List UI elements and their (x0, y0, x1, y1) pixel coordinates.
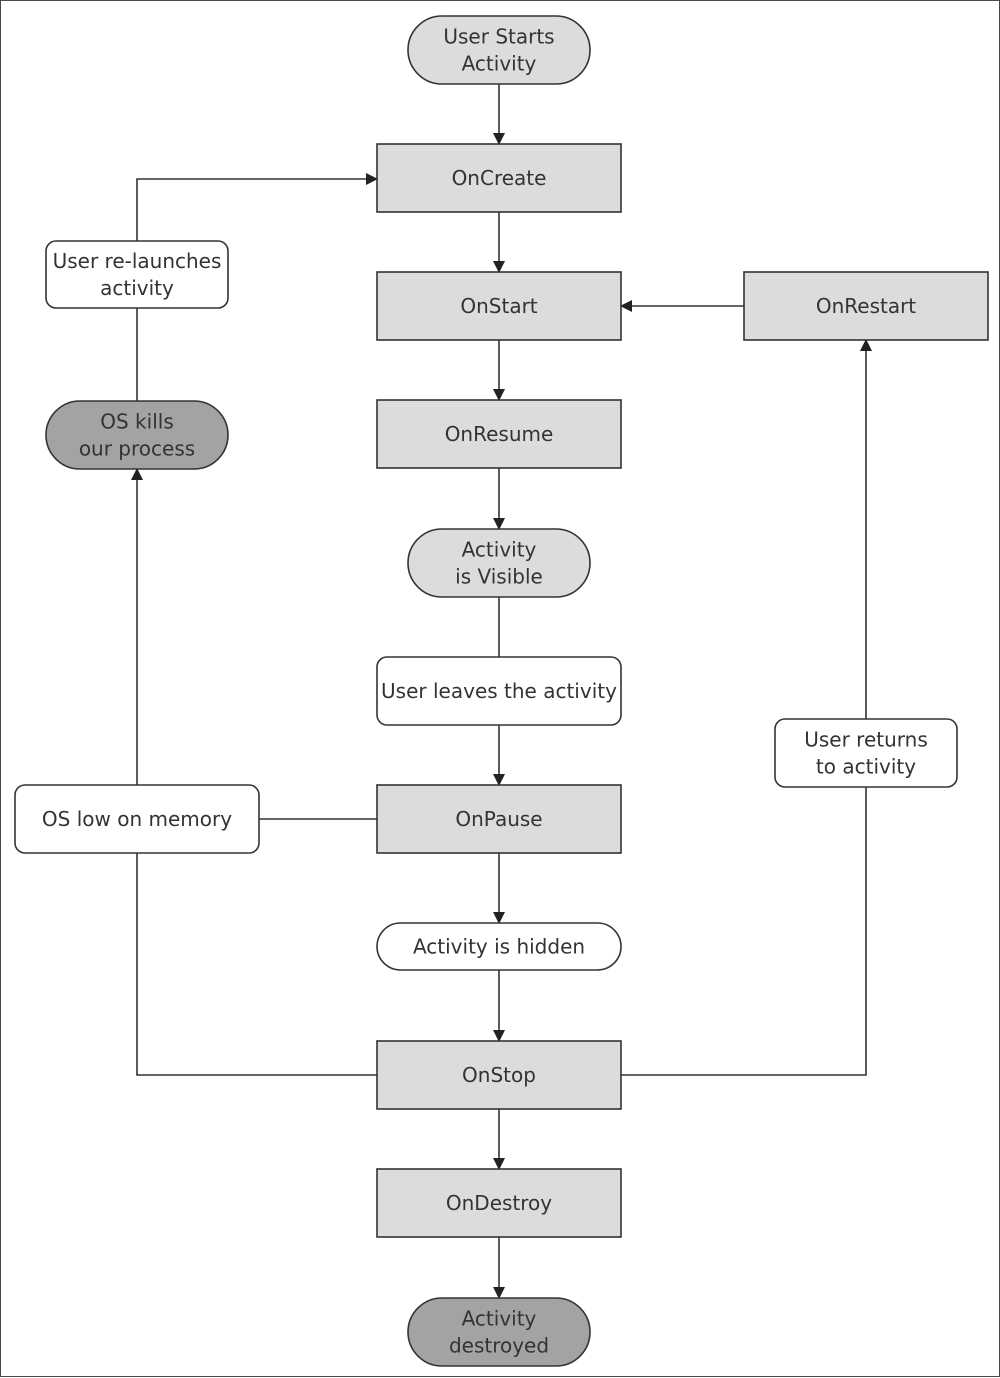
on-restart-label-line-1: OnRestart (816, 294, 916, 318)
on-start-label-line-1: OnStart (460, 294, 537, 318)
os-kills-process-label-line-2: our process (79, 437, 195, 461)
activity-destroyed-label-line-1: Activity (462, 1307, 537, 1331)
on-create-label-line-1: OnCreate (452, 166, 547, 190)
node-on-destroy: OnDestroy (376, 1168, 622, 1238)
node-on-resume: OnResume (376, 399, 622, 469)
user-relaunches-activity-label-line-2: activity (100, 276, 174, 300)
node-on-start: OnStart (376, 271, 622, 341)
on-resume-label-line-1: OnResume (445, 422, 554, 446)
lifecycle-diagram: User Starts Activity OnCreate OnStart OnRest… (14, 15, 989, 1367)
node-activity-is-hidden: Activity is hidden (376, 922, 622, 971)
node-activity-is-visible: Activity is Visible (407, 528, 591, 598)
user-returns-to-activity-label-line-2: to activity (816, 755, 916, 779)
user-starts-activity-label-line-2: Activity (462, 52, 537, 76)
node-user-returns-to-activity: User returns to activity (774, 718, 958, 788)
on-stop-label-line-1: OnStop (462, 1063, 536, 1087)
nodes-layer: User Starts Activity OnCreate OnStart OnRest… (14, 15, 989, 1367)
activity-is-visible-label-line-2: is Visible (455, 565, 543, 589)
node-on-create: OnCreate (376, 143, 622, 213)
node-os-low-on-memory: OS low on memory (14, 784, 260, 854)
on-pause-label-line-1: OnPause (455, 807, 542, 831)
activity-is-visible-label-line-1: Activity (462, 538, 537, 562)
user-starts-activity-label-line-1: User Starts (443, 25, 554, 49)
user-relaunches-activity-label-line-1: User re-launches (53, 249, 222, 273)
edge-on-stop-to-os-low-on-memory (136, 853, 377, 1076)
user-leaves-activity-label-line-1: User leaves the activity (381, 679, 617, 703)
node-os-kills-process: OS kills our process (45, 400, 229, 470)
node-on-pause: OnPause (376, 784, 622, 854)
edge-user-relaunches-activity-to-on-create (136, 173, 378, 241)
diagram-frame: User Starts Activity OnCreate OnStart OnRest… (0, 0, 1000, 1377)
node-user-relaunches-activity: User re-launches activity (45, 240, 229, 309)
node-on-restart: OnRestart (743, 271, 989, 341)
edge-on-stop-to-user-returns-to-activity (621, 787, 867, 1076)
activity-destroyed-label-line-2: destroyed (449, 1334, 549, 1358)
on-destroy-label-line-1: OnDestroy (446, 1191, 552, 1215)
os-kills-process-label-line-1: OS kills (100, 410, 173, 434)
activity-is-hidden-label-line-1: Activity is hidden (413, 935, 585, 959)
node-user-starts-activity: User Starts Activity (407, 15, 591, 85)
user-returns-to-activity-label-line-1: User returns (804, 728, 928, 752)
node-user-leaves-activity: User leaves the activity (376, 656, 622, 726)
node-on-stop: OnStop (376, 1040, 622, 1110)
os-low-on-memory-label-line-1: OS low on memory (42, 807, 232, 831)
node-activity-destroyed: Activity destroyed (407, 1297, 591, 1367)
